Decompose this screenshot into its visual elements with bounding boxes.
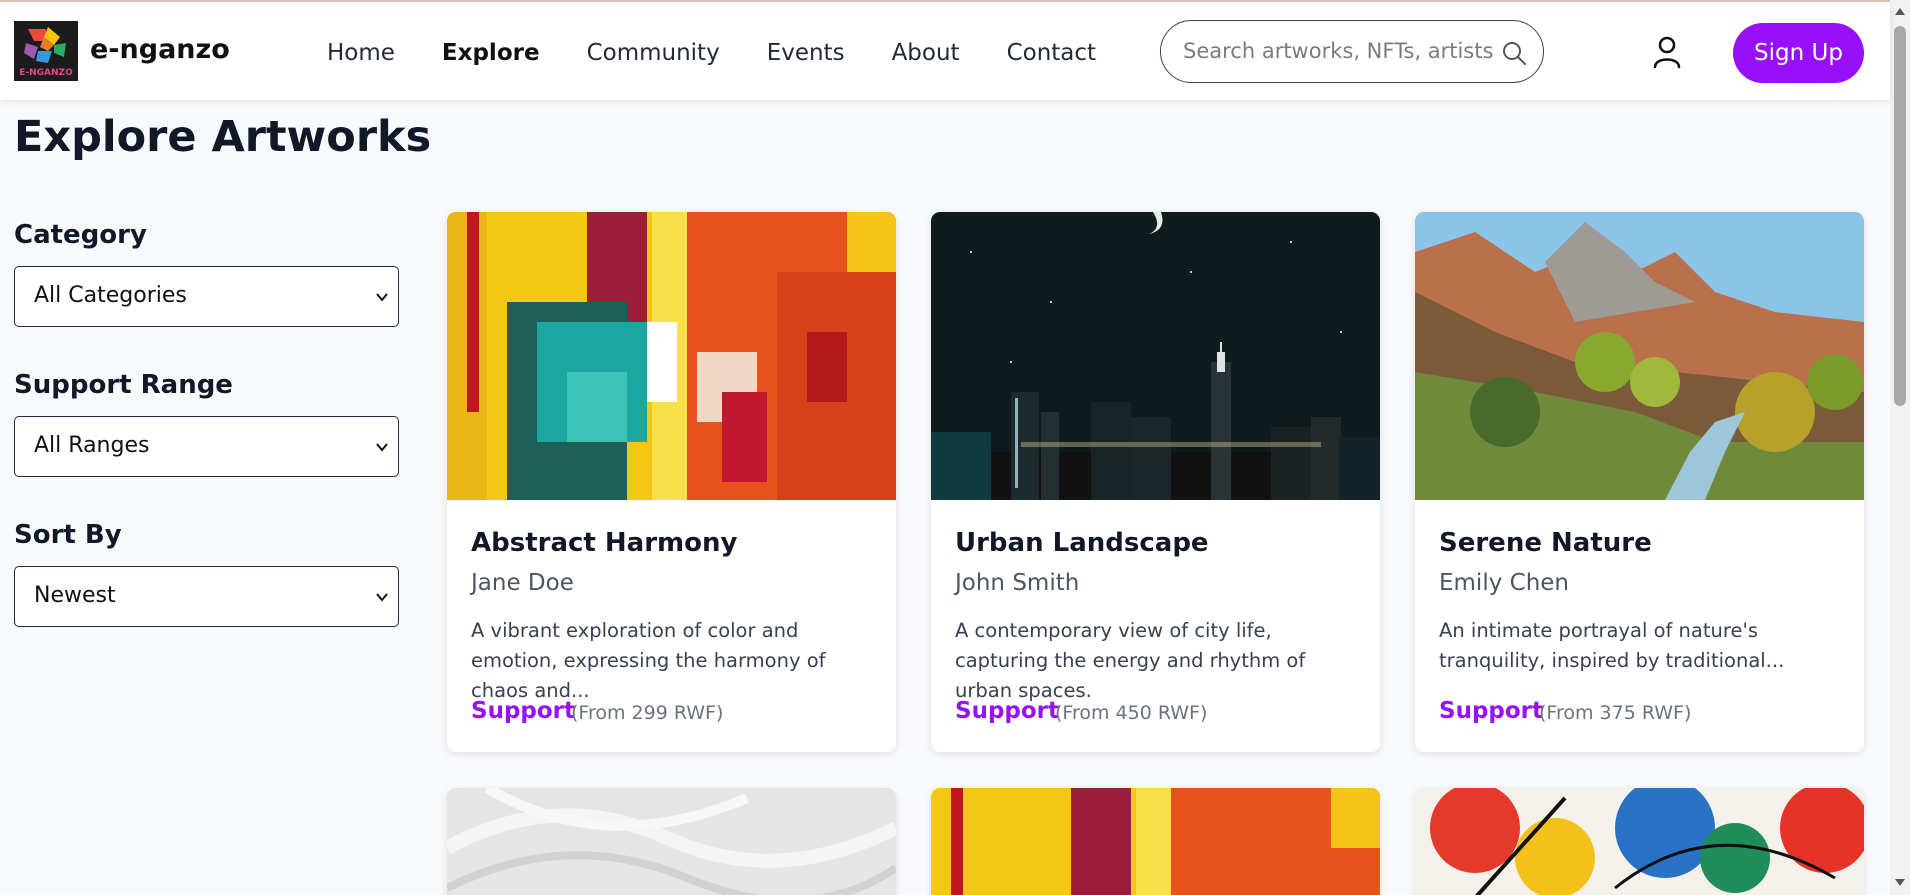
logo-wordmark: E-NGANZO <box>19 68 73 78</box>
nav-events[interactable]: Events <box>767 38 845 68</box>
artwork-price: (From 450 RWF) <box>1055 702 1208 724</box>
page-title: Explore Artworks <box>14 112 432 162</box>
nav-community[interactable]: Community <box>587 38 720 68</box>
artwork-description: An intimate portrayal of nature's tranqu… <box>1439 619 1785 672</box>
user-icon[interactable] <box>1652 35 1682 69</box>
artwork-description: A vibrant exploration of color and emoti… <box>471 619 826 702</box>
site-header: E-NGANZO e-nganzo Home Explore Community… <box>0 2 1890 100</box>
nav-explore[interactable]: Explore <box>442 38 540 68</box>
artwork-title[interactable]: Urban Landscape <box>955 528 1209 558</box>
support-button[interactable]: Support <box>471 698 575 724</box>
brand-name[interactable]: e-nganzo <box>90 34 230 65</box>
artwork-card[interactable] <box>447 788 896 895</box>
artwork-image[interactable] <box>1415 788 1864 895</box>
support-button[interactable]: Support <box>955 698 1059 724</box>
artwork-card[interactable] <box>931 788 1380 895</box>
chevron-down-icon <box>376 293 388 302</box>
artwork-image[interactable] <box>931 788 1380 895</box>
sign-up-button[interactable]: Sign Up <box>1733 23 1864 83</box>
artwork-title[interactable]: Serene Nature <box>1439 528 1652 558</box>
search-input[interactable] <box>1183 36 1493 66</box>
scroll-up-arrow-icon[interactable] <box>1895 8 1905 15</box>
category-select[interactable]: All Categories <box>14 266 399 327</box>
artwork-artist[interactable]: Jane Doe <box>471 570 574 596</box>
sort-by-select[interactable]: Newest <box>14 566 399 627</box>
artwork-image[interactable] <box>1415 212 1864 500</box>
page-scrollbar[interactable] <box>1890 0 1910 895</box>
chevron-down-icon <box>376 593 388 602</box>
artwork-artist[interactable]: John Smith <box>955 570 1079 596</box>
artwork-description: A contemporary view of city life, captur… <box>955 619 1306 702</box>
nav-contact[interactable]: Contact <box>1007 38 1096 68</box>
nav-about[interactable]: About <box>892 38 960 68</box>
nav-home[interactable]: Home <box>327 38 395 68</box>
brand-logo[interactable]: E-NGANZO <box>14 21 78 81</box>
scrollbar-thumb[interactable] <box>1894 26 1906 406</box>
artwork-card[interactable]: Abstract Harmony Jane Doe A vibrant expl… <box>447 212 896 752</box>
artwork-title[interactable]: Abstract Harmony <box>471 528 737 558</box>
support-range-select[interactable]: All Ranges <box>14 416 399 477</box>
chevron-down-icon <box>376 443 388 452</box>
main-nav: Home Explore Community Events About Cont… <box>327 38 1143 68</box>
artwork-image[interactable] <box>447 788 896 895</box>
artwork-image[interactable] <box>447 212 896 500</box>
sort-by-label: Sort By <box>14 520 122 550</box>
artwork-price: (From 299 RWF) <box>571 702 724 724</box>
artwork-image[interactable] <box>931 212 1380 500</box>
category-select-value: All Categories <box>34 283 187 308</box>
support-range-select-value: All Ranges <box>34 433 150 458</box>
artwork-card[interactable]: Serene Nature Emily Chen An intimate por… <box>1415 212 1864 752</box>
artwork-card[interactable] <box>1415 788 1864 895</box>
artwork-artist[interactable]: Emily Chen <box>1439 570 1569 596</box>
search-box <box>1160 20 1544 83</box>
support-button[interactable]: Support <box>1439 698 1543 724</box>
artwork-price: (From 375 RWF) <box>1539 702 1692 724</box>
support-range-label: Support Range <box>14 370 233 400</box>
scroll-down-arrow-icon[interactable] <box>1895 879 1905 886</box>
sort-by-select-value: Newest <box>34 583 116 608</box>
category-label: Category <box>14 220 147 250</box>
artwork-card[interactable]: Urban Landscape John Smith A contemporar… <box>931 212 1380 752</box>
search-icon[interactable] <box>1501 40 1527 66</box>
